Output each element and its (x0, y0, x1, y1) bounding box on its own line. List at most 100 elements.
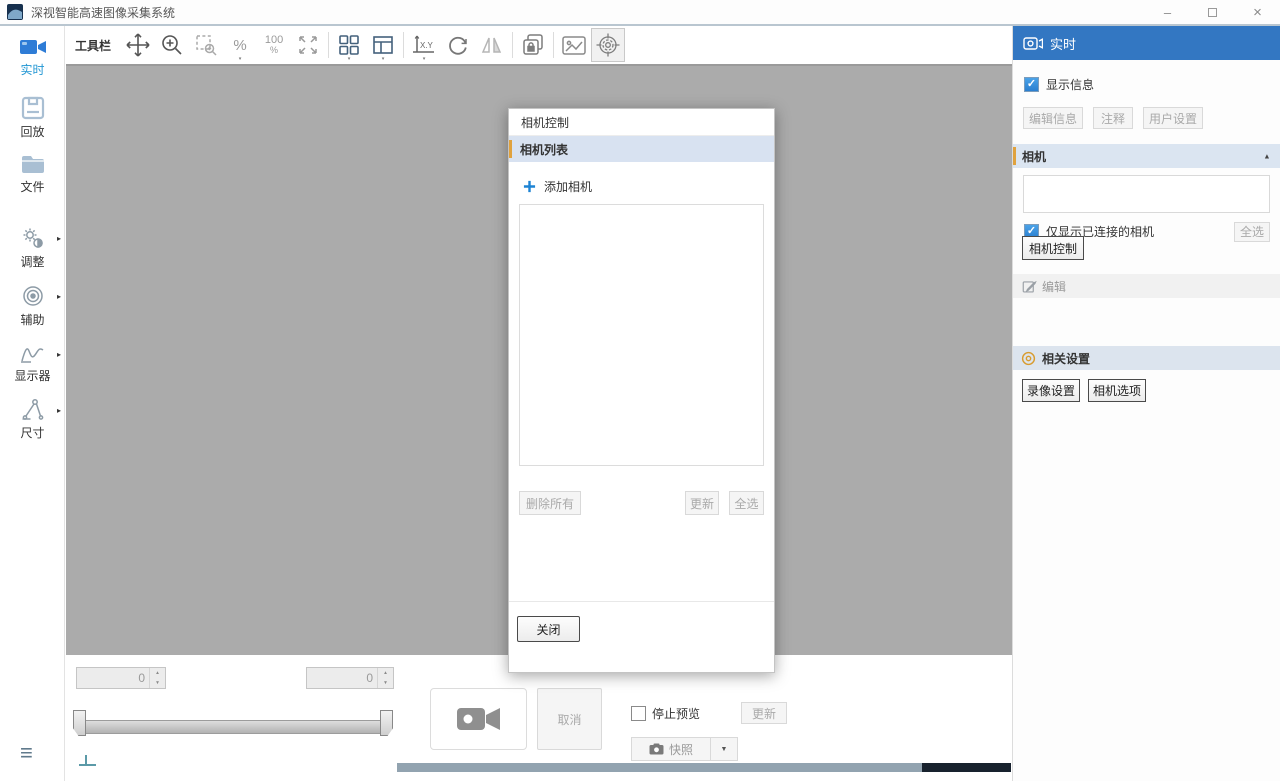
show-info-option[interactable]: ✓ 显示信息 (1013, 76, 1280, 93)
collapse-icon[interactable]: ▲ (1263, 152, 1270, 160)
toolbar-separator (328, 32, 329, 58)
sidebar-item-playback[interactable]: 回放 (0, 96, 65, 140)
camera-list-box[interactable] (1023, 175, 1270, 213)
window-layout-tool[interactable]: ▼ (366, 28, 400, 62)
camera-list[interactable] (519, 204, 764, 466)
spinner-down-icon[interactable]: ▼ (152, 679, 164, 687)
fit-screen-tool[interactable] (291, 28, 325, 62)
close-button[interactable]: × (1235, 0, 1280, 24)
comment-button[interactable]: 注释 (1093, 107, 1133, 129)
record-settings-button[interactable]: 录像设置 (1022, 379, 1080, 402)
delete-all-button[interactable]: 删除所有 (519, 491, 581, 515)
stop-preview-option[interactable]: 停止预览 (631, 705, 700, 722)
camera-list-title: 相机列表 (520, 141, 568, 158)
maximize-button[interactable] (1190, 0, 1235, 24)
show-info-checkbox[interactable]: ✓ (1024, 77, 1039, 92)
related-settings-title: 相关设置 (1042, 350, 1090, 367)
toolbar-separator (512, 32, 513, 58)
range-slider[interactable] (73, 710, 393, 738)
sidebar-item-realtime[interactable]: 实时 (0, 36, 65, 78)
edit-section-header[interactable]: 编辑 (1013, 274, 1280, 298)
slider-track[interactable] (77, 720, 389, 734)
spinner-arrows[interactable]: ▲▼ (149, 668, 165, 688)
spinner-down-icon[interactable]: ▼ (380, 679, 392, 687)
camera-section-title: 相机 (1022, 148, 1046, 165)
dialog-title: 相机控制 (509, 109, 774, 136)
zoom-100-icon: 100% (265, 35, 283, 55)
select-all-button[interactable]: 全选 (1234, 222, 1270, 242)
cancel-button[interactable]: 取消 (537, 688, 602, 750)
coordinates-icon: X.Y (411, 33, 437, 57)
frame-end-spinner[interactable]: 0 ▲▼ (306, 667, 394, 689)
sidebar-item-file[interactable]: 文件 (0, 154, 65, 195)
lock-image-icon (520, 32, 546, 58)
spinner-up-icon[interactable]: ▲ (152, 669, 164, 677)
region-zoom-tool[interactable] (189, 28, 223, 62)
playback-icon (21, 96, 45, 120)
pencil-icon (1022, 279, 1037, 294)
dialog-close-button[interactable]: 关闭 (517, 616, 580, 642)
rotate-icon (446, 33, 470, 57)
crosshair-tool[interactable] (591, 28, 625, 62)
frame-start-spinner[interactable]: 0 ▲▼ (76, 667, 166, 689)
spinner-up-icon[interactable]: ▲ (380, 669, 392, 677)
grid-layout-icon (337, 33, 361, 57)
left-sidebar: 实时 回放 文件 调整 ▸ 辅助 ▸ 显示器 ▸ 尺寸 ▸ ≡ (0, 26, 65, 781)
sidebar-item-adjust[interactable]: 调整 ▸ (0, 226, 65, 270)
settings-ring-icon (1021, 351, 1036, 366)
camera-options-button[interactable]: 相机选项 (1088, 379, 1146, 402)
menu-icon[interactable]: ≡ (20, 742, 33, 764)
edit-section-label: 编辑 (1042, 278, 1066, 295)
fit-screen-icon (296, 33, 320, 57)
minimize-button[interactable]: – (1145, 0, 1190, 24)
panel-header-title: 实时 (1050, 34, 1076, 53)
flip-icon (479, 33, 505, 57)
sidebar-item-label: 调整 (0, 253, 65, 270)
region-zoom-icon (194, 33, 218, 57)
check-icon: ✓ (1027, 78, 1036, 91)
camera-section-header[interactable]: 相机 ▲ (1013, 144, 1280, 168)
slider-handle-left[interactable] (73, 710, 86, 736)
related-settings-header: 相关设置 (1013, 346, 1280, 370)
image-tool[interactable] (557, 28, 591, 62)
scrollbar-thumb[interactable] (922, 763, 1011, 772)
sidebar-item-dimension[interactable]: 尺寸 ▸ (0, 398, 65, 441)
position-marker-icon (78, 753, 98, 767)
pan-tool[interactable] (121, 28, 155, 62)
window-title: 深视智能高速图像采集系统 (31, 4, 175, 21)
zoom-in-tool[interactable] (155, 28, 189, 62)
toolbar-label: 工具栏 (75, 37, 111, 54)
record-button[interactable] (430, 688, 527, 750)
crosshair-icon (595, 32, 621, 58)
update-button[interactable]: 更新 (741, 702, 787, 724)
dialog-select-all-button[interactable]: 全选 (729, 491, 764, 515)
horizontal-scrollbar[interactable] (397, 763, 1011, 772)
edit-info-button[interactable]: 编辑信息 (1023, 107, 1083, 129)
dialog-update-button[interactable]: 更新 (685, 491, 719, 515)
snapshot-dropdown-button[interactable]: ▼ (711, 737, 738, 761)
slider-handle-right[interactable] (380, 710, 393, 736)
add-camera-button[interactable]: 添加相机 (523, 178, 774, 195)
camera-control-button[interactable]: 相机控制 (1022, 236, 1084, 260)
grid-layout-tool[interactable]: ▼ (332, 28, 366, 62)
waveform-icon (20, 342, 46, 364)
flip-tool[interactable] (475, 28, 509, 62)
folder-icon (20, 154, 46, 175)
expand-arrow-icon: ▸ (57, 406, 61, 415)
sidebar-item-display[interactable]: 显示器 ▸ (0, 342, 65, 384)
zoom-100-tool[interactable]: 100% (257, 28, 291, 62)
coordinates-tool[interactable]: X.Y ▼ (407, 28, 441, 62)
snapshot-button[interactable]: 快照 (631, 737, 711, 761)
expand-arrow-icon: ▸ (57, 234, 61, 243)
spinner-value: 0 (77, 671, 149, 685)
zoom-percent-tool[interactable]: % ▼ (223, 28, 257, 62)
lock-image-tool[interactable] (516, 28, 550, 62)
rotate-tool[interactable] (441, 28, 475, 62)
spinner-arrows[interactable]: ▲▼ (377, 668, 393, 688)
sidebar-item-auxiliary[interactable]: 辅助 ▸ (0, 284, 65, 328)
user-settings-button[interactable]: 用户设置 (1143, 107, 1203, 129)
camera-list-header: 相机列表 (509, 136, 774, 162)
expand-arrow-icon: ▸ (57, 350, 61, 359)
dropdown-icon: ▼ (721, 746, 728, 753)
stop-preview-checkbox[interactable] (631, 706, 646, 721)
